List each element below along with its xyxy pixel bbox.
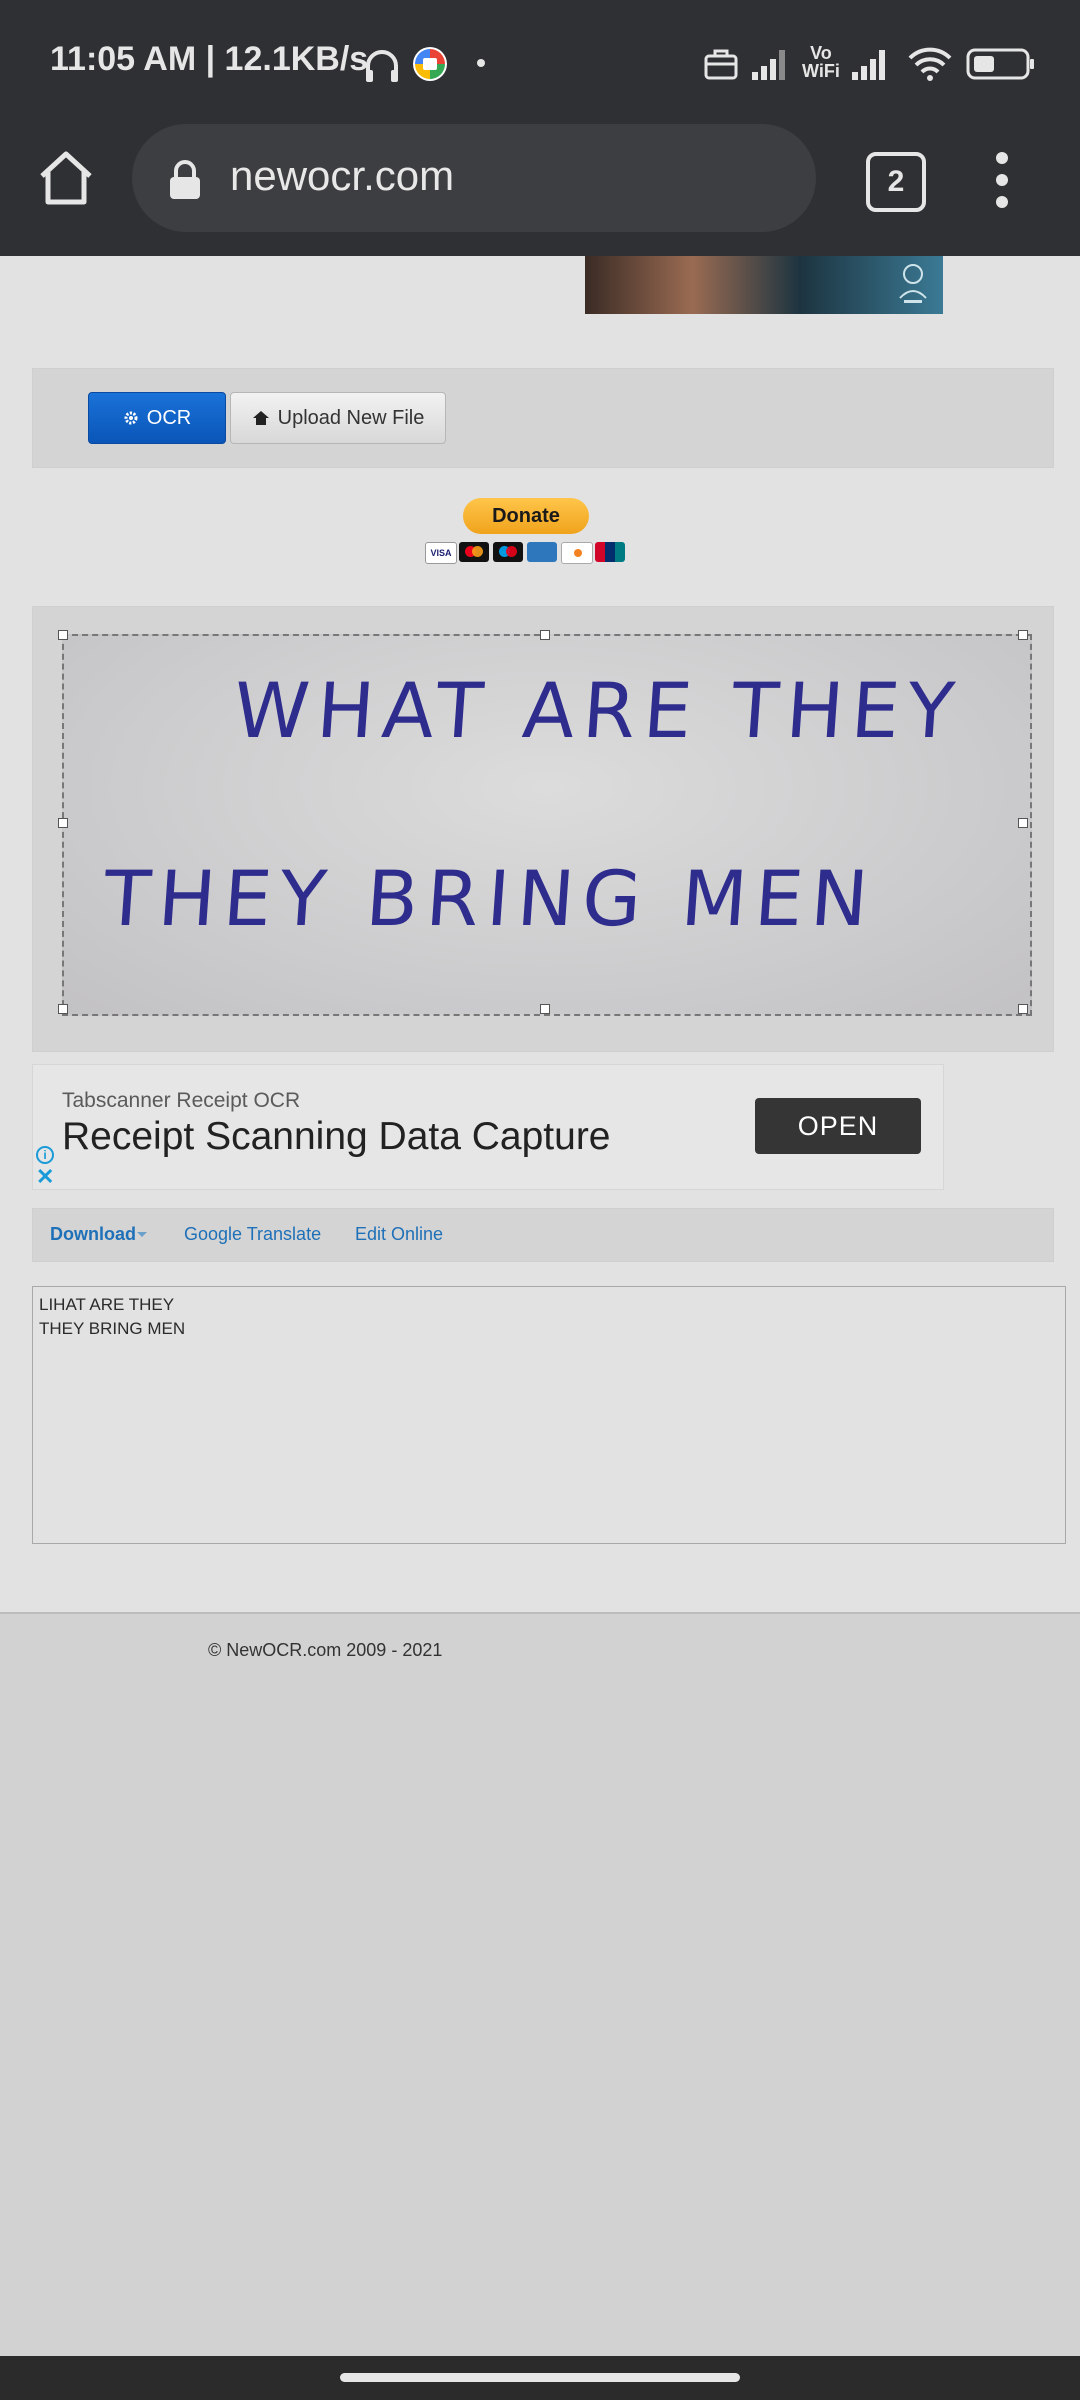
result-line: LIHAT ARE THEY [39, 1295, 175, 1314]
crop-handle[interactable] [540, 630, 550, 640]
vowifi-icon: Vo WiFi [802, 44, 840, 80]
crop-handle[interactable] [1018, 1004, 1028, 1014]
signal-icon [752, 50, 785, 80]
donate-button[interactable]: Donate [463, 498, 589, 534]
visa-card-icon: VISA [425, 542, 457, 564]
home-small-icon [252, 411, 269, 425]
headphones-icon [366, 50, 398, 82]
vowifi-label-top: Vo [810, 43, 832, 63]
gesture-handle[interactable] [340, 2373, 740, 2382]
amex-card-icon [527, 542, 557, 562]
ocr-button-label: OCR [146, 406, 192, 429]
crop-handle[interactable] [1018, 818, 1028, 828]
wifi-icon [908, 47, 952, 81]
duo-app-icon [413, 47, 447, 81]
ocr-button[interactable]: OCR [88, 392, 226, 444]
handwriting-line-2: THEY BRING MEN [100, 854, 880, 943]
ad-subtitle: Tabscanner Receipt OCR [62, 1089, 301, 1112]
result-line: THEY BRING MEN [39, 1319, 186, 1338]
dot-icon [477, 59, 485, 67]
google-translate-link[interactable]: Google Translate [184, 1224, 321, 1245]
home-icon[interactable] [36, 148, 96, 208]
crop-handle[interactable] [1018, 630, 1028, 640]
edit-online-link[interactable]: Edit Online [355, 1224, 443, 1245]
download-menu[interactable]: Download [50, 1224, 136, 1245]
maestro-card-icon [493, 542, 523, 562]
ocr-result-textarea[interactable] [32, 1286, 1066, 1544]
lock-icon [170, 160, 200, 199]
chevron-down-icon[interactable] [137, 1232, 147, 1237]
handwriting-line-1: WHAT ARE THEY [230, 666, 966, 755]
discover-card-icon [561, 542, 593, 564]
briefcase-icon [704, 49, 738, 80]
tab-switcher-button[interactable]: 2 [866, 152, 926, 212]
ad-close-icon[interactable]: ✕ [36, 1164, 54, 1190]
footer [0, 1612, 1080, 2354]
crop-handle[interactable] [58, 630, 68, 640]
battery-icon [966, 48, 1034, 80]
gear-icon [124, 411, 138, 425]
ad-open-button[interactable]: OPEN [755, 1098, 921, 1154]
more-options-icon[interactable] [990, 150, 1014, 210]
ad-title[interactable]: Receipt Scanning Data Capture [62, 1115, 611, 1159]
ad-info-icon[interactable]: i [36, 1146, 54, 1164]
status-time: 11:05 AM | 12.1KB/s [50, 40, 369, 78]
mastercard-icon [459, 542, 489, 562]
uploaded-image[interactable]: WHAT ARE THEY THEY BRING MEN [62, 634, 1032, 1016]
upload-button-label: Upload New File [277, 406, 425, 429]
vowifi-label-bottom: WiFi [802, 61, 840, 81]
crop-handle[interactable] [540, 1004, 550, 1014]
copyright-text: © NewOCR.com 2009 - 2021 [208, 1640, 443, 1660]
game-badge-icon [899, 264, 927, 303]
unionpay-card-icon [595, 542, 625, 562]
crop-handle[interactable] [58, 1004, 68, 1014]
crop-handle[interactable] [58, 818, 68, 828]
url-text[interactable]: newocr.com [230, 152, 454, 200]
signal-icon [852, 50, 885, 80]
upload-new-file-button[interactable]: Upload New File [230, 392, 446, 444]
